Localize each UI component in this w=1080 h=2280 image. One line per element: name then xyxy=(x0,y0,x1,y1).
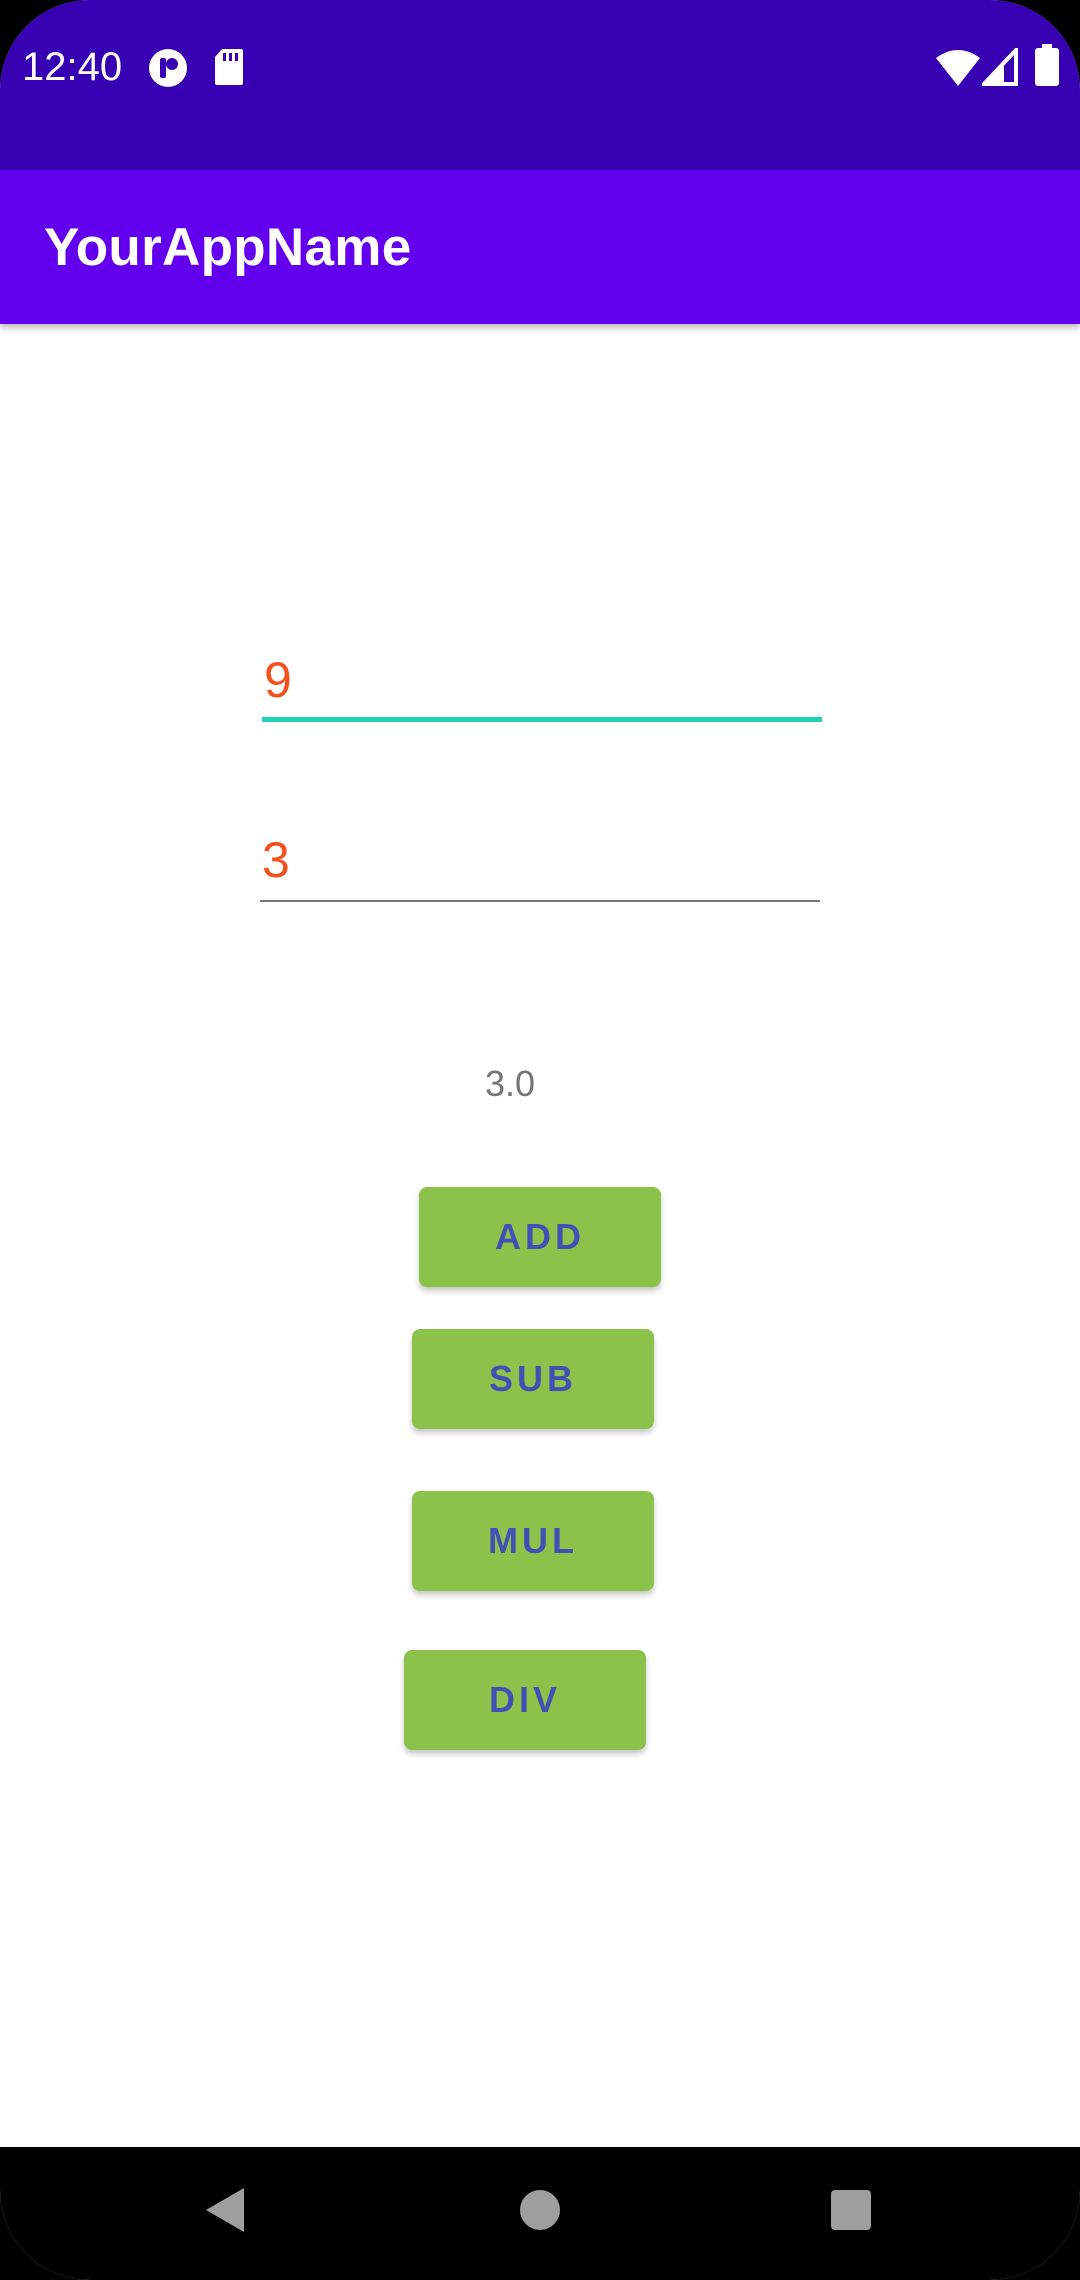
cellular-signal-icon xyxy=(979,44,1018,91)
mul-button[interactable]: MUL xyxy=(412,1491,654,1591)
home-icon xyxy=(517,2187,563,2238)
battery-icon xyxy=(1035,44,1059,91)
app-title: YourAppName xyxy=(44,218,412,277)
app-bar: YourAppName xyxy=(0,170,1080,324)
first-number-value: 9 xyxy=(264,652,292,708)
second-number-input[interactable]: 3 xyxy=(260,806,820,902)
add-button[interactable]: ADD xyxy=(419,1187,661,1287)
home-button[interactable] xyxy=(495,2167,585,2257)
notification-app-icon xyxy=(148,48,188,93)
back-button[interactable] xyxy=(180,2167,270,2257)
navigation-bar xyxy=(0,2147,1080,2280)
second-number-value: 3 xyxy=(262,832,290,888)
result-text: 3.0 xyxy=(484,1063,536,1104)
status-time: 12:40 xyxy=(22,45,123,89)
back-icon xyxy=(202,2185,248,2240)
phone-screen: 12:40 YourAppName 9 3 3.0 ADD SUB MUL DI… xyxy=(0,0,1080,2280)
recents-icon xyxy=(829,2188,873,2237)
wifi-icon xyxy=(936,50,980,91)
div-button[interactable]: DIV xyxy=(404,1650,646,1750)
first-number-input[interactable]: 9 xyxy=(262,626,822,722)
underline xyxy=(260,900,820,902)
sub-button[interactable]: SUB xyxy=(412,1329,654,1429)
status-bar: 12:40 xyxy=(0,0,1080,170)
sd-card-icon xyxy=(214,48,244,91)
focused-underline xyxy=(262,717,822,722)
recents-button[interactable] xyxy=(806,2167,896,2257)
